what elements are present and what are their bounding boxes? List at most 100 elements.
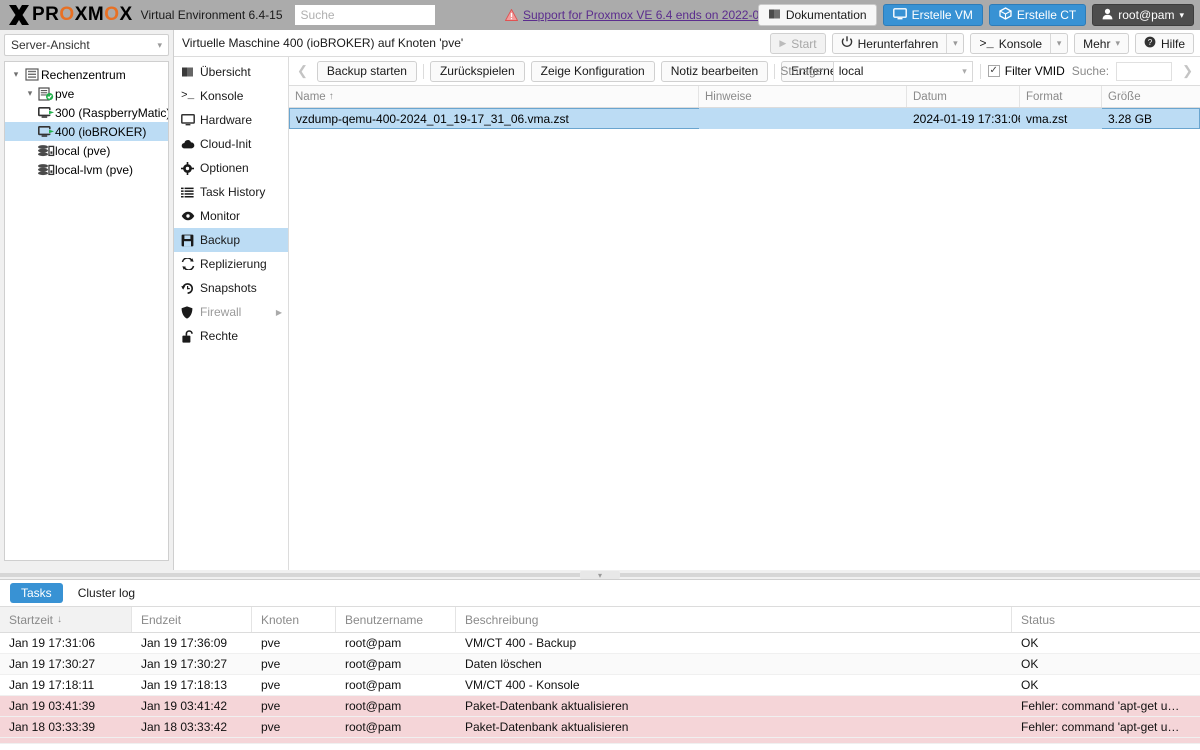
nav-item-cloud-init[interactable]: Cloud-Init xyxy=(174,132,288,156)
start-backup-button[interactable]: Backup starten xyxy=(316,60,417,82)
storage-select-value: local xyxy=(838,64,864,78)
task-status-cell: Fehler: command 'apt-get u… xyxy=(1021,699,1180,713)
storage-select[interactable]: local ▾ xyxy=(832,60,973,82)
nav-item-konsole[interactable]: >_ Konsole xyxy=(174,84,288,108)
cloud-icon xyxy=(181,139,200,150)
more-button[interactable]: Mehr ▾ xyxy=(1074,33,1129,54)
column-header-username[interactable]: Benutzername xyxy=(336,607,456,632)
node-icon xyxy=(37,86,55,101)
create-ct-button[interactable]: Erstelle CT xyxy=(988,4,1087,26)
sidebar-item-vm-300[interactable]: 300 (RaspberryMatic) xyxy=(5,103,168,122)
shutdown-dropdown-arrow[interactable]: ▾ xyxy=(946,34,963,53)
vm-panes: Übersicht >_ Konsole Hardware Cloud-Init… xyxy=(174,57,1200,570)
nav-item-backup[interactable]: Backup xyxy=(174,228,288,252)
column-header-notes[interactable]: Hinweise xyxy=(699,86,907,107)
storage-icon xyxy=(37,144,55,158)
toolbar-separator xyxy=(774,63,776,79)
proxmox-web-ui: PROXMOX Virtual Environment 6.4-15 Suppo… xyxy=(0,0,1200,750)
table-row[interactable]: Jan 19 17:18:11 Jan 19 17:18:13 pve root… xyxy=(0,675,1200,696)
nav-item-label: Rechte xyxy=(200,329,239,343)
support-eol-link[interactable]: Support for Proxmox VE 6.4 ends on 2022-… xyxy=(523,8,797,22)
nav-item-snapshots[interactable]: Snapshots xyxy=(174,276,288,300)
sidebar-item-storage-local-lvm[interactable]: local-lvm (pve) xyxy=(5,160,168,179)
nav-item-optionen[interactable]: Optionen xyxy=(174,156,288,180)
start-button[interactable]: ▶ Start xyxy=(770,33,826,54)
play-icon: ▶ xyxy=(779,38,787,48)
toolbar-overflow-right-icon[interactable]: ❯ xyxy=(1179,63,1196,79)
column-header-endtime[interactable]: Endzeit xyxy=(132,607,252,632)
panel-splitter[interactable]: ▾ xyxy=(0,570,1200,580)
user-menu-button[interactable]: root@pam ▾ xyxy=(1092,4,1194,26)
toolbar-overflow-left-icon[interactable]: ❮ xyxy=(294,63,311,79)
sidebar-item-vm-400[interactable]: 400 (ioBROKER) xyxy=(5,122,168,141)
nav-item-rechte[interactable]: Rechte xyxy=(174,324,288,348)
column-header-description[interactable]: Beschreibung xyxy=(456,607,1012,632)
tasks-grid-body: Jan 19 17:31:06 Jan 19 17:36:09 pve root… xyxy=(0,633,1200,744)
task-username-cell: root@pam xyxy=(345,678,402,692)
task-starttime-cell: Jan 19 17:31:06 xyxy=(9,636,96,650)
main-body: Server-Ansicht ▾ ▾ Rechenzentrum ▾ pve 3… xyxy=(0,30,1200,570)
terminal-icon: >_ xyxy=(979,36,994,51)
documentation-button[interactable]: Dokumentation xyxy=(757,4,877,26)
nav-item-hardware[interactable]: Hardware xyxy=(174,108,288,132)
column-header-date[interactable]: Datum xyxy=(907,86,1020,107)
table-row[interactable]: Jan 18 03:33:39 Jan 18 03:33:42 pve root… xyxy=(0,717,1200,738)
environment-version-label: Virtual Environment 6.4-15 xyxy=(140,8,283,22)
tab-cluster-log[interactable]: Cluster log xyxy=(67,583,146,603)
nav-item-firewall[interactable]: Firewall ▶ xyxy=(174,300,288,324)
column-header-node[interactable]: Knoten xyxy=(252,607,336,632)
sidebar-item-label: pve xyxy=(55,86,75,101)
chevron-down-icon: ▾ xyxy=(157,39,162,50)
eye-icon xyxy=(181,211,200,221)
sidebar: Server-Ansicht ▾ ▾ Rechenzentrum ▾ pve 3… xyxy=(0,30,173,570)
nav-item-uebersicht[interactable]: Übersicht xyxy=(174,60,288,84)
resource-view-selector[interactable]: Server-Ansicht ▾ xyxy=(4,34,169,56)
user-menu-label: root@pam xyxy=(1118,8,1175,22)
collapse-tasks-handle[interactable]: ▾ xyxy=(580,570,620,580)
column-header-size[interactable]: Größe xyxy=(1102,86,1200,107)
backup-panel: ❮ Backup starten Zurückspielen Zeige Kon… xyxy=(289,57,1200,570)
show-configuration-button[interactable]: Zeige Konfiguration xyxy=(530,60,655,82)
create-vm-button[interactable]: Erstelle VM xyxy=(882,4,983,26)
column-header-name[interactable]: Name ↑ xyxy=(289,86,699,107)
tab-tasks[interactable]: Tasks xyxy=(10,583,63,603)
filter-vmid-checkbox[interactable]: ✓ Filter VMID xyxy=(987,64,1065,78)
vm-navigation-menu[interactable]: Übersicht >_ Konsole Hardware Cloud-Init… xyxy=(174,57,289,570)
top-header-bar: PROXMOX Virtual Environment 6.4-15 Suppo… xyxy=(0,0,1200,30)
qemu-vm-icon xyxy=(37,106,55,120)
table-row[interactable]: Jan 19 03:41:39 Jan 19 03:41:42 pve root… xyxy=(0,696,1200,717)
proxmox-logo[interactable]: PROXMOX xyxy=(8,4,133,26)
column-header-status[interactable]: Status xyxy=(1012,607,1200,632)
table-row[interactable]: vzdump-qemu-400-2024_01_19-17_31_06.vma.… xyxy=(289,108,1200,129)
column-header-format[interactable]: Format xyxy=(1020,86,1102,107)
tree-expander-icon[interactable]: ▾ xyxy=(9,69,23,80)
table-row-partial[interactable] xyxy=(0,738,1200,744)
restore-button[interactable]: Zurückspielen xyxy=(429,60,525,82)
task-username-cell: root@pam xyxy=(345,657,402,671)
nav-item-task-history[interactable]: Task History xyxy=(174,180,288,204)
help-button[interactable]: ? Hilfe xyxy=(1134,33,1194,54)
edit-notes-button[interactable]: Notiz bearbeiten xyxy=(660,60,769,82)
sidebar-item-node-pve[interactable]: ▾ pve xyxy=(5,84,168,103)
task-endtime-cell: Jan 19 17:36:09 xyxy=(141,636,228,650)
shutdown-button[interactable]: Herunterfahren ▾ xyxy=(831,33,965,54)
sidebar-item-storage-local[interactable]: local (pve) xyxy=(5,141,168,160)
nav-item-replizierung[interactable]: Replizierung xyxy=(174,252,288,276)
global-search-input[interactable] xyxy=(294,5,435,25)
nav-item-label: Task History xyxy=(200,185,266,199)
sidebar-item-datacenter[interactable]: ▾ Rechenzentrum xyxy=(5,65,168,84)
task-endtime-cell: Jan 19 17:30:27 xyxy=(141,657,228,671)
table-row[interactable]: Jan 19 17:31:06 Jan 19 17:36:09 pve root… xyxy=(0,633,1200,654)
tasks-tabbar: Tasks Cluster log xyxy=(0,580,1200,607)
console-dropdown-arrow[interactable]: ▾ xyxy=(1050,34,1067,53)
tree-expander-icon[interactable]: ▾ xyxy=(23,88,37,99)
header-actions: Dokumentation Erstelle VM Erstelle CT ro… xyxy=(757,0,1194,30)
column-header-starttime[interactable]: Startzeit ↓ xyxy=(0,607,132,632)
console-button[interactable]: >_ Konsole ▾ xyxy=(970,33,1069,54)
backup-search-input[interactable] xyxy=(1116,61,1173,81)
table-row[interactable]: Jan 19 17:30:27 Jan 19 17:30:27 pve root… xyxy=(0,654,1200,675)
chevron-down-icon: ▾ xyxy=(597,570,602,580)
resource-tree[interactable]: ▾ Rechenzentrum ▾ pve 300 (RaspberryMati… xyxy=(4,61,169,561)
column-label: Startzeit xyxy=(9,612,54,627)
nav-item-monitor[interactable]: Monitor xyxy=(174,204,288,228)
